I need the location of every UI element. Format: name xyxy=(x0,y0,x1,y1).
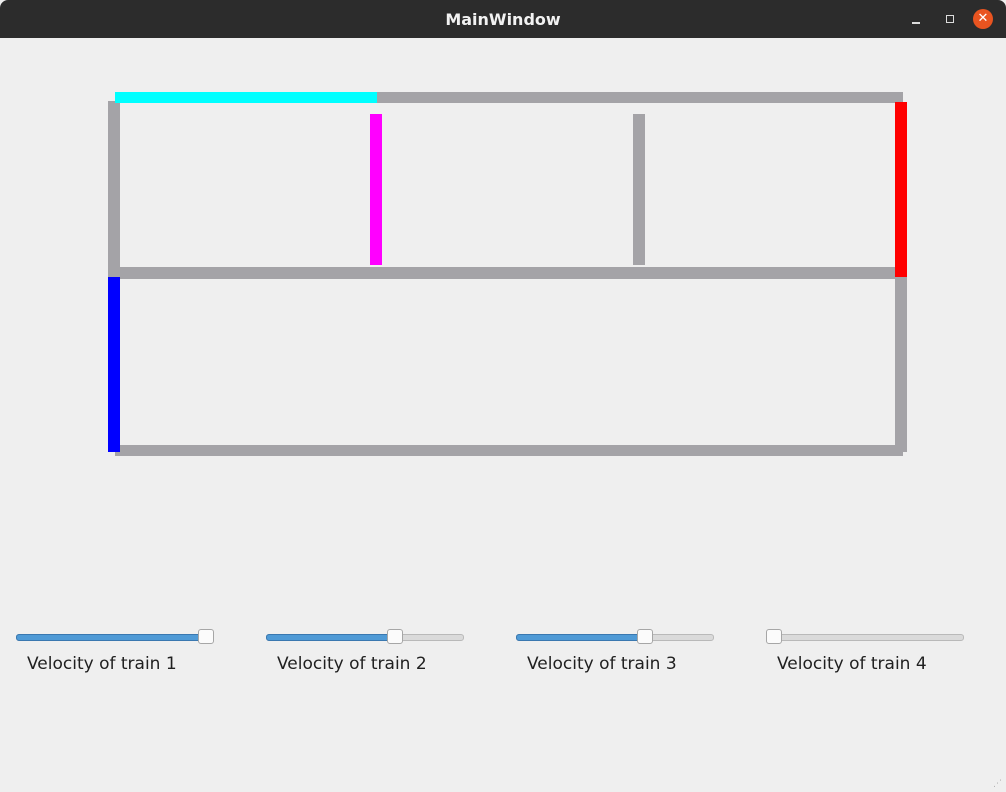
main-window: MainWindow ✕ Velocity of train 1 Velocit… xyxy=(0,0,1006,792)
track-middle xyxy=(115,267,903,279)
velocity-slider-4[interactable] xyxy=(766,628,964,648)
slider-fill xyxy=(516,634,642,641)
slider-groove xyxy=(766,634,964,641)
close-button[interactable]: ✕ xyxy=(973,9,993,29)
velocity-slider-2[interactable] xyxy=(266,628,464,648)
train-4 xyxy=(115,92,377,103)
slider-fill xyxy=(266,634,392,641)
slider-handle[interactable] xyxy=(766,629,782,644)
minimize-icon xyxy=(912,22,920,24)
slider-handle[interactable] xyxy=(198,629,214,644)
title-bar[interactable]: MainWindow ✕ xyxy=(0,0,1006,38)
maximize-icon xyxy=(946,15,954,23)
velocity-label-3: Velocity of train 3 xyxy=(527,654,677,674)
velocity-label-1: Velocity of train 1 xyxy=(27,654,177,674)
track-divider-2 xyxy=(633,114,645,265)
maximize-button[interactable] xyxy=(940,9,960,29)
train-3 xyxy=(370,114,382,265)
track-right-lower xyxy=(895,277,907,452)
track-left-upper xyxy=(108,101,120,277)
minimize-button[interactable] xyxy=(906,9,926,29)
track-bottom xyxy=(115,445,903,456)
train-1 xyxy=(108,277,120,452)
window-title: MainWindow xyxy=(445,10,561,29)
velocity-label-2: Velocity of train 2 xyxy=(277,654,427,674)
velocity-label-4: Velocity of train 4 xyxy=(777,654,927,674)
resize-grip-icon[interactable]: ⋰ xyxy=(993,779,1003,789)
close-icon: ✕ xyxy=(977,11,989,26)
slider-handle[interactable] xyxy=(387,629,403,644)
velocity-slider-3[interactable] xyxy=(516,628,714,648)
train-2 xyxy=(895,102,907,277)
slider-handle[interactable] xyxy=(637,629,653,644)
velocity-slider-1[interactable] xyxy=(16,628,214,648)
slider-fill xyxy=(16,634,204,641)
